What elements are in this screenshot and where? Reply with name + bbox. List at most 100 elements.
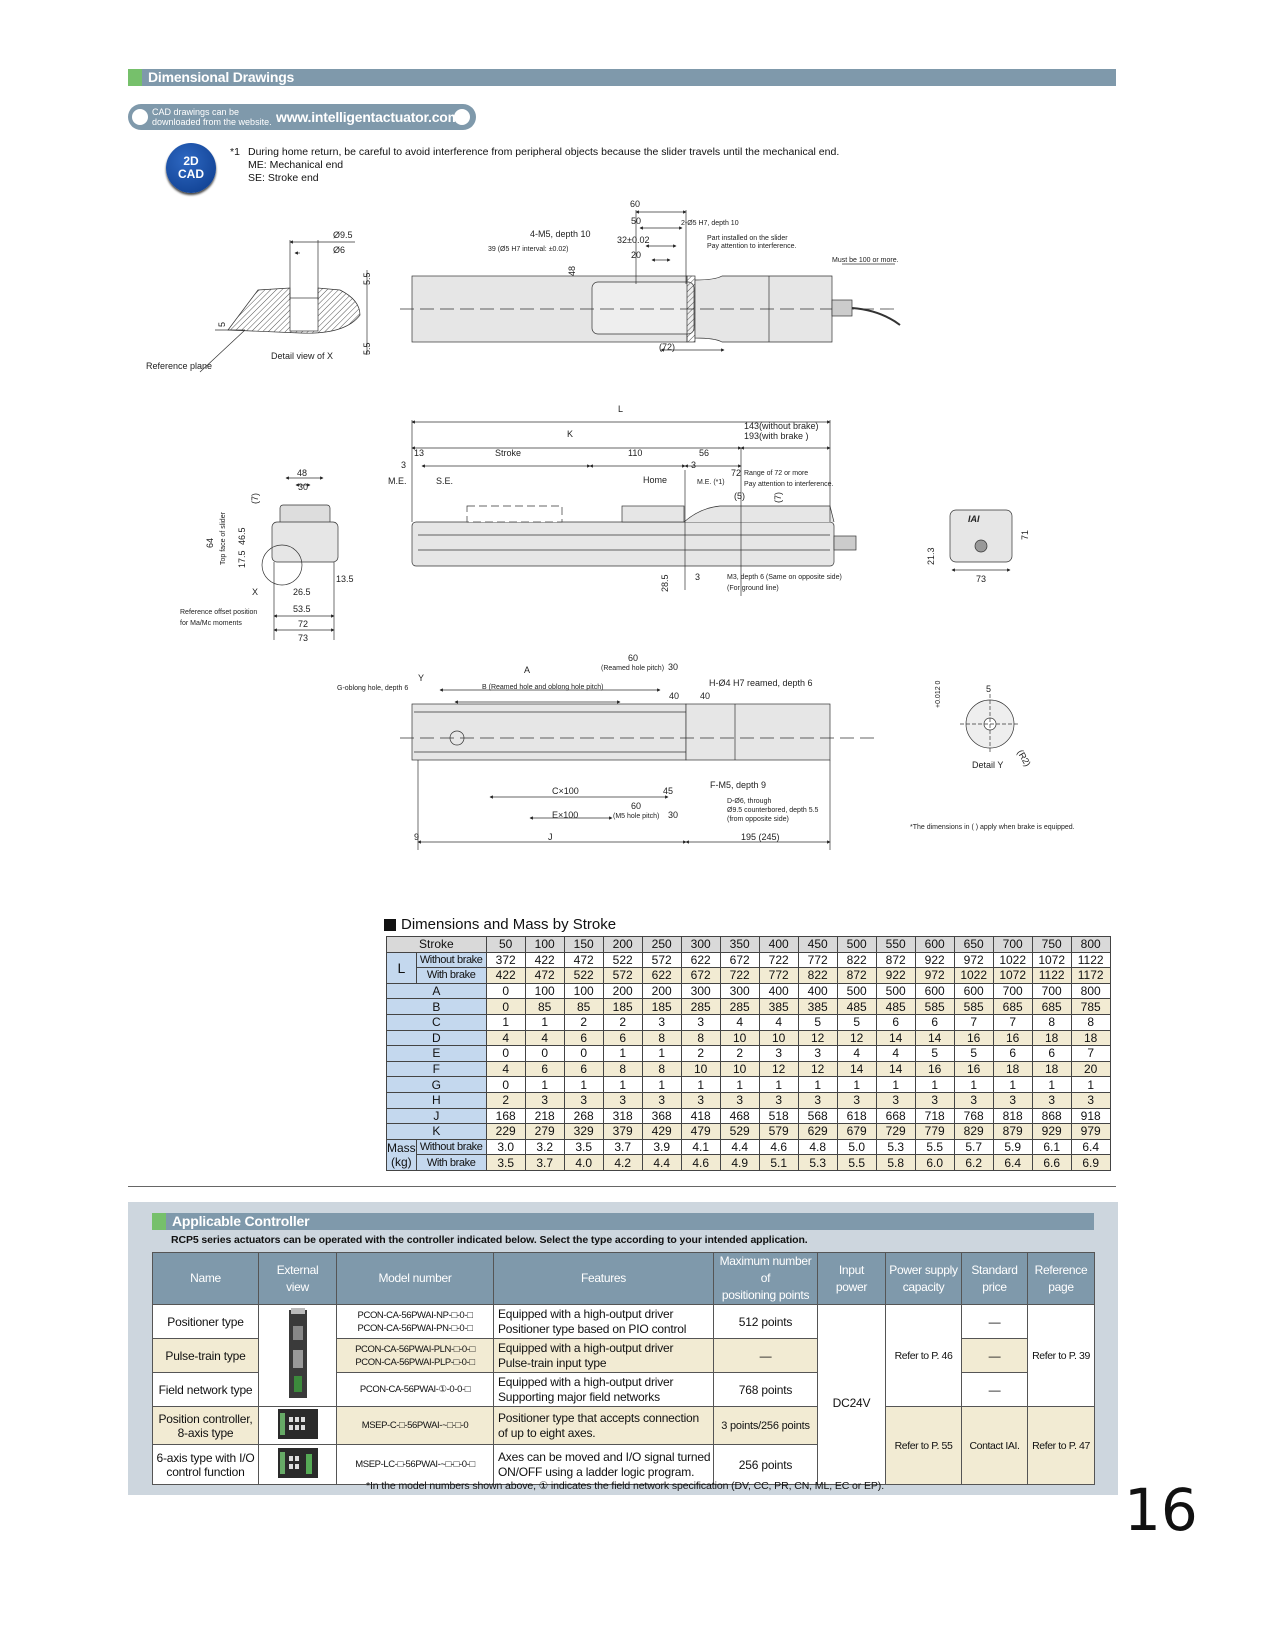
controller-table: Name External view Model number Features … [152,1252,1095,1485]
col-price-line2: price [982,1279,1007,1294]
label-B: B (Reamed hole and oblong hole pitch) [482,684,603,691]
label-y5: 5 [986,684,991,694]
group-label-mass: Mass (kg) [386,1138,417,1171]
label-must: Must be 100 or more. [832,257,899,264]
label-285: 28.5 [660,574,670,592]
label-3c: 3 [695,572,700,582]
label-e100: E×100 [552,810,578,820]
label-b40a: 40 [669,691,679,701]
cell-value: 6 [914,1013,955,1031]
cell-value: 972 [914,967,955,984]
cell-value: 1 [485,1013,526,1031]
label-L: L [618,404,623,414]
dimensions-title-text: Dimensions and Mass by Stroke [401,916,617,933]
msep-c-controller-icon [277,1409,318,1439]
cell-value: 5 [953,1045,994,1062]
label-m5: 4-M5, depth 10 [530,229,591,239]
cell-value: 700 [1031,982,1072,1000]
feature-line2: Supporting major field networks [498,1389,660,1404]
standard-price: — [961,1338,1028,1373]
features: Equipped with a high-output driver Pulse-… [493,1338,714,1373]
label-J: J [548,832,553,842]
cell-value: 200 [602,982,643,1000]
col-supply: Power supply capacity [885,1252,962,1305]
cell-value: 3.2 [524,1138,565,1156]
label-A: A [524,665,530,675]
cell-value: 679 [836,1123,877,1140]
label-b60b: 60 [631,801,641,811]
cell-value: 3 [680,1013,721,1031]
label-Y: Y [418,673,424,683]
cell-value: 1 [875,1076,916,1093]
col-points-line2: positioning points [721,1288,810,1302]
cell-value: 722 [758,951,799,969]
top-view-drawing [400,210,901,352]
cell-value: 268 [563,1107,604,1125]
cell-value: 1122 [1070,951,1111,969]
cell-value: 3 [953,1091,994,1109]
label-13: 13 [414,448,424,458]
cell-value: 468 [719,1107,760,1125]
cell-value: 6 [563,1060,604,1078]
cell-value: 1 [641,1076,682,1093]
side-view-drawing [411,420,857,596]
label-f73: 73 [298,633,308,643]
cell-value: 5.3 [875,1138,916,1156]
msep-lc-controller-icon [277,1448,318,1478]
cell-value: 385 [797,998,838,1015]
col-view-line2: view [286,1279,309,1294]
page-number: 16 [1124,1476,1198,1544]
standard-price: — [961,1372,1028,1407]
label-me: M.E. [388,476,407,486]
cell-value: 572 [641,951,682,969]
row-label: J [386,1107,487,1125]
model-number: MSEP-C-□-56PWAI-~□-□-0 [336,1406,494,1445]
label-b195: 195 (245) [741,832,780,842]
col-power-line2: power [835,1279,868,1294]
stroke-value: 550 [875,936,916,953]
cell-value: 400 [797,982,838,1000]
cell-value: 822 [836,951,877,969]
positioning-points: 768 points [713,1372,818,1407]
label-b45: 45 [663,786,673,796]
feature-line1: Equipped with a high-output driver [498,1340,674,1355]
cell-value: 922 [875,967,916,984]
reference-page-link[interactable]: Refer to P. 47 [1027,1406,1095,1485]
model-number: MSEP-LC-□-56PWAI-~□-□-0-□ [336,1444,494,1485]
cell-value: 479 [680,1123,721,1140]
cell-value: 10 [758,1029,799,1047]
cell-value: 4 [875,1045,916,1062]
cell-value: 1 [563,1076,604,1093]
label-part-note2: Pay attention to interference. [707,243,797,250]
cell-value: 4.2 [602,1154,643,1171]
reference-page-link[interactable]: Refer to P. 39 [1027,1304,1095,1407]
cell-value: 279 [524,1123,565,1140]
cell-value: 685 [992,998,1033,1015]
cell-value: 3 [914,1091,955,1109]
label-c100: C×100 [552,786,579,796]
cell-value: 18 [992,1060,1033,1078]
cell-value: 12 [797,1060,838,1078]
cell-value: 85 [563,998,604,1015]
cell-value: 1 [914,1076,955,1093]
row-label: Without brake [415,1138,487,1156]
cell-value: 779 [914,1123,955,1140]
cell-value: 529 [719,1123,760,1140]
iai-logo: IAI [968,514,980,524]
cell-value: 4.9 [719,1154,760,1171]
stroke-value: 400 [758,936,799,953]
label-h55a: 5.5 [362,272,372,285]
col-points: Maximum number of positioning points [713,1252,818,1305]
col-view-line1: External [276,1262,319,1277]
dimensions-table: Stroke 50 100 150 200 250 300 350 400 450 500 550 60… [386,936,1111,1171]
cell-value: 785 [1070,998,1111,1015]
cell-value: 5 [914,1045,955,1062]
feature-line2: of up to eight axes. [498,1425,596,1440]
cell-value: 600 [953,982,994,1000]
col-input-power: Input power [817,1252,886,1305]
cell-value: 772 [758,967,799,984]
cell-value: 6 [992,1045,1033,1062]
label-60: 60 [630,199,640,209]
cell-value: 5.7 [953,1138,994,1156]
positioning-points: 256 points [713,1444,818,1485]
